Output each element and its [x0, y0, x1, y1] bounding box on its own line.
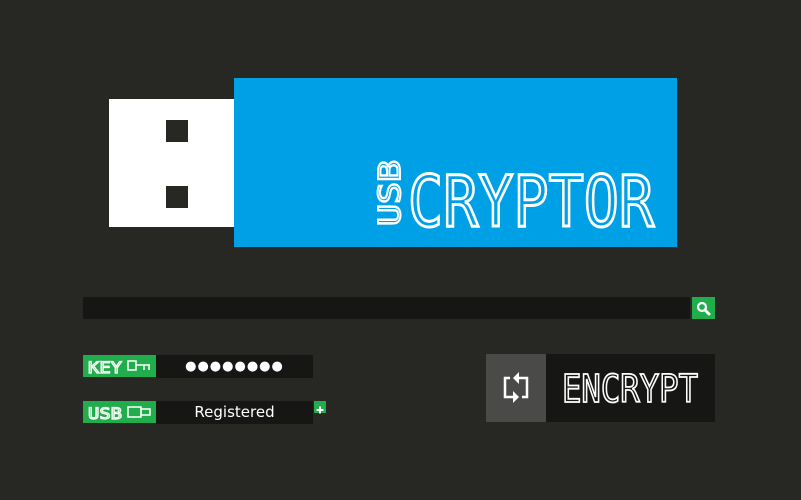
plug-hole-bottom — [166, 186, 188, 208]
encrypt-label: ENCRYPT — [562, 367, 698, 411]
key-input[interactable] — [156, 355, 313, 378]
key-tag: KEY — [83, 355, 156, 378]
file-path-bar[interactable] — [83, 297, 690, 319]
browse-button[interactable] — [692, 297, 715, 319]
key-field[interactable] — [156, 355, 313, 378]
plus-icon — [316, 406, 324, 414]
logo-prefix: USB — [373, 160, 408, 226]
refresh-icon — [503, 372, 529, 403]
search-icon — [696, 301, 711, 316]
usb-label: USB — [88, 404, 122, 423]
usb-plug-icon — [127, 406, 151, 418]
add-usb-button[interactable] — [314, 401, 326, 414]
logo-name: CRYPTOR — [408, 161, 655, 243]
encrypt-icon-box — [486, 354, 546, 422]
usb-status: Registered — [156, 401, 313, 424]
plug-hole-top — [166, 120, 188, 142]
usb-plug-graphic — [109, 99, 234, 227]
encrypt-label-box: ENCRYPT — [546, 354, 715, 422]
encrypt-button[interactable]: ENCRYPT — [486, 354, 715, 422]
usb-tag: USB — [83, 401, 156, 424]
file-path-input[interactable] — [83, 297, 690, 319]
key-label: KEY — [88, 358, 122, 377]
key-icon — [127, 360, 150, 371]
app-logo: USB CRYPTOR — [234, 78, 677, 247]
